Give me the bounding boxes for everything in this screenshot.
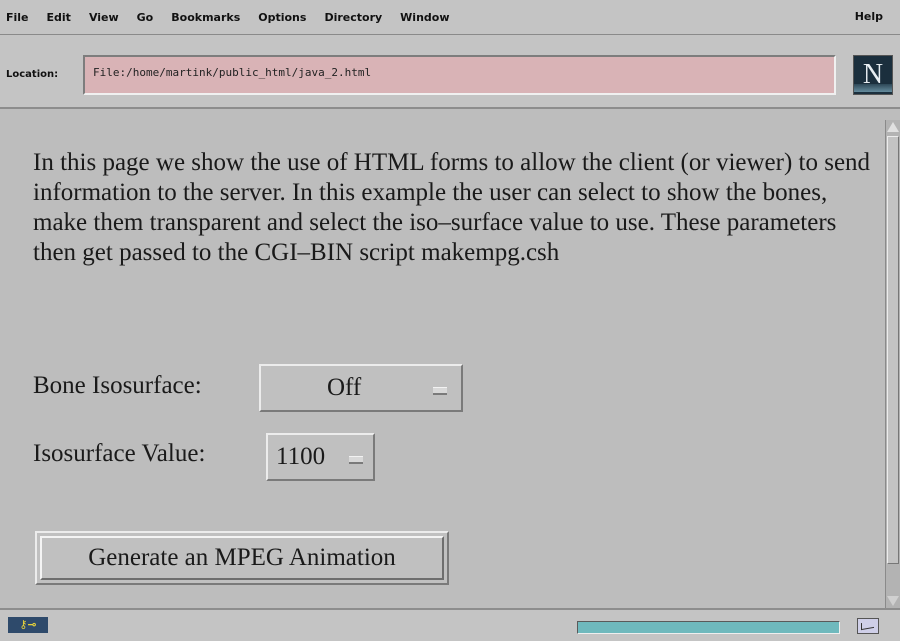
isosurface-value-label: Isosurface Value: <box>33 440 206 467</box>
option-menu-indicator-icon <box>433 387 447 395</box>
location-bar: Location: File:/home/martink/public_html… <box>0 35 900 109</box>
page-content: In this page we show the use of HTML for… <box>0 110 885 608</box>
scroll-up-arrow-icon[interactable] <box>887 122 899 132</box>
vertical-scrollbar[interactable] <box>885 120 900 608</box>
generate-mpeg-button[interactable]: Generate an MPEG Animation <box>35 531 449 585</box>
bone-isosurface-value: Off <box>327 374 362 401</box>
scrollbar-thumb[interactable] <box>887 136 899 564</box>
bone-isosurface-label: Bone Isosurface: <box>33 372 202 399</box>
security-key-icon[interactable]: ⚷⊸ <box>8 617 48 633</box>
menu-options[interactable]: Options <box>249 11 315 24</box>
progress-bar <box>577 621 840 634</box>
menu-bar: File Edit View Go Bookmarks Options Dire… <box>0 0 900 35</box>
generate-mpeg-button-label: Generate an MPEG Animation <box>40 536 444 580</box>
option-menu-indicator-icon <box>349 456 363 464</box>
menu-window[interactable]: Window <box>391 11 458 24</box>
menu-view[interactable]: View <box>80 11 128 24</box>
logo-glow <box>854 84 892 92</box>
netscape-logo-icon[interactable]: N <box>853 55 893 95</box>
scroll-down-arrow-icon[interactable] <box>887 596 899 606</box>
isosurface-value-select[interactable]: 1100 <box>266 433 375 481</box>
menu-edit[interactable]: Edit <box>38 11 80 24</box>
location-input[interactable]: File:/home/martink/public_html/java_2.ht… <box>83 55 836 95</box>
isosurface-value-value: 1100 <box>276 443 326 470</box>
status-bar: ⚷⊸ <box>0 608 900 641</box>
location-label: Location: <box>6 69 59 80</box>
menu-help[interactable]: Help <box>846 10 892 23</box>
bone-isosurface-select[interactable]: Off <box>259 364 463 412</box>
menu-file[interactable]: File <box>0 11 38 24</box>
menu-go[interactable]: Go <box>128 11 163 24</box>
menu-directory[interactable]: Directory <box>315 11 391 24</box>
menu-bookmarks[interactable]: Bookmarks <box>162 11 249 24</box>
intro-paragraph: In this page we show the use of HTML for… <box>33 149 871 266</box>
mail-icon[interactable] <box>857 618 879 634</box>
